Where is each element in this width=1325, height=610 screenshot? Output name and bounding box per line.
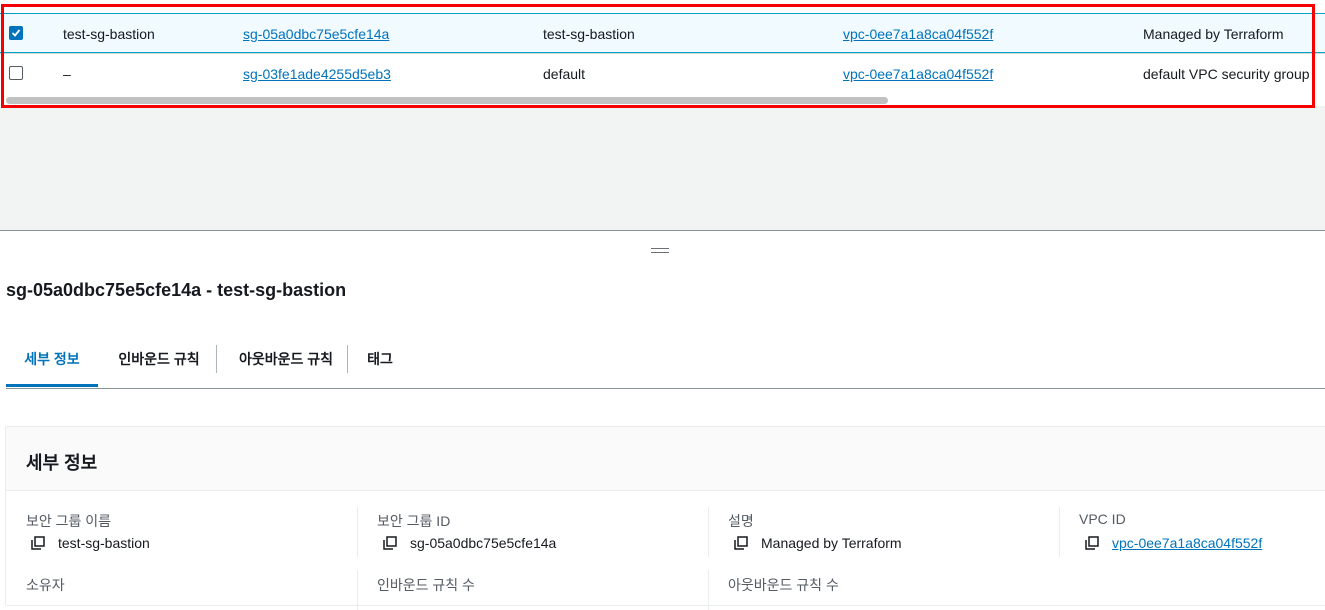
detail-tabs: 세부 정보 인바운드 규칙 아웃바운드 규칙 태그: [6, 337, 1325, 389]
cell-name: test-sg-bastion: [63, 26, 155, 42]
cell-description: Managed by Terraform: [1143, 26, 1284, 42]
details-panel: 세부 정보 보안 그룹 이름 test-sg-bastion 보안 그룹 ID …: [5, 426, 1325, 610]
copy-icon[interactable]: [383, 536, 397, 550]
field-label-vpc-id: VPC ID: [1079, 511, 1126, 527]
drag-handle-icon[interactable]: [651, 248, 669, 255]
tab-separator: [216, 345, 217, 373]
field-value-description: Managed by Terraform: [761, 535, 902, 551]
cell-description: default VPC security group: [1143, 66, 1310, 82]
tab-tags[interactable]: 태그: [356, 337, 404, 387]
detail-page-title: sg-05a0dbc75e5cfe14a - test-sg-bastion: [6, 280, 347, 300]
field-value-vpc-id-wrapper: vpc-0ee7a1a8ca04f552f: [1112, 535, 1262, 551]
copy-icon[interactable]: [31, 536, 45, 550]
cell-vpc-id-link[interactable]: vpc-0ee7a1a8ca04f552f: [843, 25, 993, 43]
field-label-security-group-name: 보안 그룹 이름: [26, 513, 112, 529]
panel-title: 세부 정보: [26, 453, 98, 473]
tab-inbound-rules[interactable]: 인바운드 규칙: [107, 337, 211, 387]
panel-header: 세부 정보: [6, 427, 1325, 491]
field-label-description: 설명: [728, 513, 754, 529]
copy-icon[interactable]: [734, 536, 748, 550]
checkmark-icon: [11, 29, 21, 37]
tab-outbound-rules[interactable]: 아웃바운드 규칙: [226, 337, 346, 387]
column-separator: [357, 570, 358, 610]
column-separator: [708, 507, 709, 557]
security-groups-table: test-sg-bastion sg-05a0dbc75e5cfe14a tes…: [0, 0, 1325, 106]
copy-icon[interactable]: [1085, 536, 1099, 550]
vpc-id-link[interactable]: vpc-0ee7a1a8ca04f552f: [1112, 535, 1262, 551]
tab-details[interactable]: 세부 정보: [6, 337, 98, 387]
table-row[interactable]: – sg-03fe1ade4255d5eb3 default vpc-0ee7a…: [0, 53, 1325, 93]
column-separator: [708, 570, 709, 610]
field-value-security-group-id: sg-05a0dbc75e5cfe14a: [410, 535, 557, 551]
cell-vpc-id-link[interactable]: vpc-0ee7a1a8ca04f552f: [843, 65, 993, 83]
column-separator: [1059, 507, 1060, 557]
cell-security-group-id-link[interactable]: sg-05a0dbc75e5cfe14a: [243, 25, 389, 43]
field-label-security-group-id: 보안 그룹 ID: [377, 513, 451, 529]
security-groups-table-area: test-sg-bastion sg-05a0dbc75e5cfe14a tes…: [0, 0, 1325, 231]
cell-security-group-id-link[interactable]: sg-03fe1ade4255d5eb3: [243, 65, 391, 83]
horizontal-scrollbar-thumb[interactable]: [6, 97, 888, 104]
column-separator: [357, 507, 358, 557]
cell-security-group-name: default: [543, 66, 586, 82]
cell-name: –: [63, 66, 71, 82]
table-row[interactable]: test-sg-bastion sg-05a0dbc75e5cfe14a tes…: [0, 13, 1325, 53]
cell-security-group-name: test-sg-bastion: [543, 26, 635, 42]
field-label-owner: 소유자: [26, 577, 65, 593]
field-value-security-group-name: test-sg-bastion: [58, 535, 150, 551]
row-checkbox[interactable]: [9, 66, 23, 80]
field-label-inbound-rule-count: 인바운드 규칙 수: [377, 577, 475, 593]
field-label-outbound-rule-count: 아웃바운드 규칙 수: [728, 577, 839, 593]
tab-separator: [347, 345, 348, 373]
row-checkbox[interactable]: [9, 26, 23, 40]
